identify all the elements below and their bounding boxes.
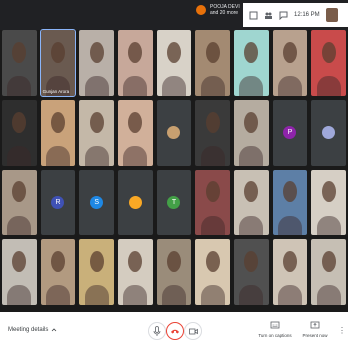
participant-tile[interactable] bbox=[40, 99, 76, 166]
camera-icon bbox=[188, 328, 198, 334]
presenter-indicator[interactable]: POOJA DEVI and 20 more bbox=[196, 4, 240, 16]
chevron-up-icon bbox=[52, 328, 57, 332]
participant-tile-avatar[interactable]: P bbox=[272, 99, 308, 166]
participant-tile[interactable] bbox=[118, 239, 153, 305]
chat-icon[interactable] bbox=[279, 11, 288, 20]
participant-tile[interactable] bbox=[234, 30, 269, 96]
participant-tile[interactable] bbox=[272, 169, 308, 236]
avatar-letter: R bbox=[51, 195, 65, 209]
mic-button[interactable] bbox=[148, 322, 166, 340]
captions-icon bbox=[270, 321, 280, 329]
participant-tile[interactable] bbox=[79, 239, 114, 305]
participant-tile[interactable] bbox=[272, 239, 308, 305]
participant-tile[interactable] bbox=[311, 30, 346, 96]
meeting-details-button[interactable]: Meeting details bbox=[8, 327, 57, 333]
present-now-button[interactable]: Present now bbox=[298, 320, 332, 348]
participant-tile[interactable] bbox=[311, 169, 346, 236]
participant-tile[interactable] bbox=[79, 99, 114, 166]
layout-icon[interactable] bbox=[249, 11, 258, 20]
participant-tile[interactable] bbox=[311, 239, 346, 305]
people-icon[interactable] bbox=[264, 11, 273, 20]
phone-hangup-icon bbox=[171, 329, 179, 334]
presenter-more: and 20 more bbox=[210, 10, 239, 16]
top-toolbar: 12:16 PM bbox=[243, 3, 348, 27]
participant-tile[interactable] bbox=[234, 169, 269, 236]
participant-tile[interactable] bbox=[272, 30, 308, 96]
participant-tile[interactable] bbox=[2, 99, 37, 166]
participant-tile[interactable] bbox=[2, 239, 37, 305]
participant-grid: Gunjan Arora P R S T bbox=[2, 29, 346, 305]
bottom-bar: Meeting details Turn on captions Present… bbox=[0, 312, 348, 354]
self-avatar[interactable] bbox=[325, 8, 338, 22]
participant-tile[interactable] bbox=[118, 30, 153, 96]
avatar-letter: S bbox=[90, 195, 104, 209]
participant-tile-avatar[interactable] bbox=[118, 169, 153, 236]
participant-tile[interactable] bbox=[2, 30, 37, 96]
participant-tile-avatar[interactable] bbox=[156, 99, 192, 166]
participant-tile-avatar[interactable] bbox=[311, 99, 346, 166]
more-options-icon[interactable]: ⋮ bbox=[338, 326, 346, 335]
participant-tile[interactable] bbox=[40, 239, 76, 305]
mic-icon bbox=[153, 326, 161, 336]
participant-tile[interactable] bbox=[2, 169, 37, 236]
participant-tile[interactable] bbox=[195, 30, 230, 96]
participant-tile[interactable] bbox=[118, 99, 153, 166]
participant-tile[interactable] bbox=[156, 239, 192, 305]
presenter-avatar bbox=[196, 5, 206, 15]
participant-tile[interactable] bbox=[195, 99, 230, 166]
participant-tile-spotlight[interactable]: Gunjan Arora bbox=[39, 29, 77, 97]
present-label: Present now bbox=[302, 333, 328, 338]
top-bar: POOJA DEVI and 20 more 12:16 PM bbox=[0, 0, 348, 30]
participant-tile[interactable] bbox=[79, 30, 114, 96]
participant-name: Gunjan Arora bbox=[42, 88, 70, 94]
participant-tile[interactable] bbox=[156, 30, 192, 96]
participant-photo bbox=[322, 126, 336, 140]
participant-tile-avatar[interactable]: T bbox=[156, 169, 192, 236]
avatar-letter: T bbox=[167, 195, 181, 209]
captions-label: Turn on captions bbox=[258, 333, 292, 338]
participant-tile[interactable] bbox=[195, 239, 230, 305]
participant-tile[interactable] bbox=[234, 239, 269, 305]
meeting-details-label: Meeting details bbox=[8, 327, 49, 333]
present-icon bbox=[310, 321, 320, 329]
participant-tile-avatar[interactable]: S bbox=[79, 169, 114, 236]
participant-tile[interactable] bbox=[234, 99, 269, 166]
leave-call-button[interactable] bbox=[166, 322, 184, 340]
avatar-letter: P bbox=[283, 126, 297, 140]
participant-photo bbox=[128, 195, 142, 209]
clock: 12:16 PM bbox=[294, 12, 320, 18]
participant-photo bbox=[167, 126, 181, 140]
participant-tile[interactable] bbox=[195, 169, 230, 236]
participant-tile-avatar[interactable]: R bbox=[40, 169, 76, 236]
camera-button[interactable] bbox=[184, 322, 202, 340]
captions-button[interactable]: Turn on captions bbox=[258, 320, 292, 348]
